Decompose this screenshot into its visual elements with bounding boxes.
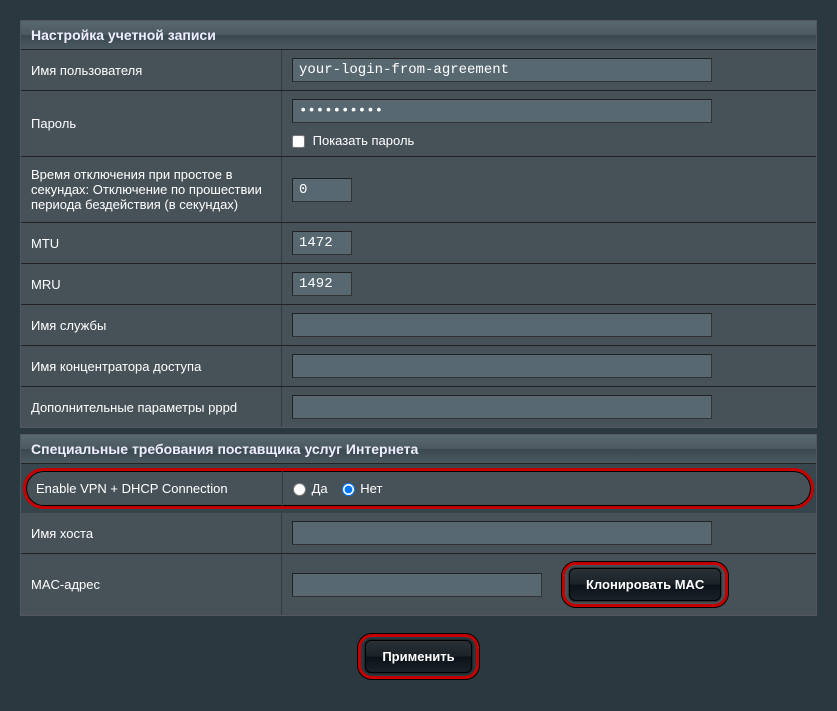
mtu-input[interactable] bbox=[292, 231, 352, 255]
vpn-dhcp-no-label: Нет bbox=[360, 481, 382, 496]
vpn-dhcp-yes-label: Да bbox=[312, 481, 328, 496]
account-section-header: Настройка учетной записи bbox=[21, 21, 816, 50]
mac-address-input[interactable] bbox=[292, 573, 542, 597]
isp-section: Специальные требования поставщика услуг … bbox=[20, 434, 817, 616]
service-name-input[interactable] bbox=[292, 313, 712, 337]
password-label: Пароль bbox=[21, 91, 281, 156]
apply-highlight: Применить bbox=[358, 634, 478, 679]
vpn-dhcp-label: Enable VPN + DHCP Connection bbox=[26, 471, 282, 506]
clone-mac-highlight: Клонировать MAC bbox=[562, 562, 728, 607]
mtu-label: MTU bbox=[21, 223, 281, 263]
service-name-label: Имя службы bbox=[21, 305, 281, 345]
vpn-dhcp-row-highlight: Enable VPN + DHCP Connection Да Нет bbox=[23, 468, 814, 509]
idle-timeout-input[interactable] bbox=[292, 178, 352, 202]
vpn-dhcp-no-radio[interactable] bbox=[342, 483, 355, 496]
isp-section-header: Специальные требования поставщика услуг … bbox=[21, 435, 816, 464]
username-label: Имя пользователя bbox=[21, 50, 281, 90]
mru-label: MRU bbox=[21, 264, 281, 304]
vpn-dhcp-yes-radio[interactable] bbox=[293, 483, 306, 496]
hostname-input[interactable] bbox=[292, 521, 712, 545]
pppd-extra-label: Дополнительные параметры pppd bbox=[21, 387, 281, 427]
clone-mac-button[interactable]: Клонировать MAC bbox=[569, 568, 721, 601]
apply-button[interactable]: Применить bbox=[365, 640, 471, 673]
show-password-label: Показать пароль bbox=[313, 133, 415, 148]
mac-address-label: MAC-адрес bbox=[21, 554, 281, 615]
show-password-checkbox[interactable] bbox=[292, 135, 305, 148]
pppd-extra-input[interactable] bbox=[292, 395, 712, 419]
idle-timeout-label: Время отключения при простое в секундах:… bbox=[21, 157, 281, 222]
password-input[interactable] bbox=[292, 99, 712, 123]
mru-input[interactable] bbox=[292, 272, 352, 296]
username-input[interactable] bbox=[292, 58, 712, 82]
account-section: Настройка учетной записи Имя пользовател… bbox=[20, 20, 817, 428]
concentrator-input[interactable] bbox=[292, 354, 712, 378]
concentrator-label: Имя концентратора доступа bbox=[21, 346, 281, 386]
hostname-label: Имя хоста bbox=[21, 513, 281, 553]
